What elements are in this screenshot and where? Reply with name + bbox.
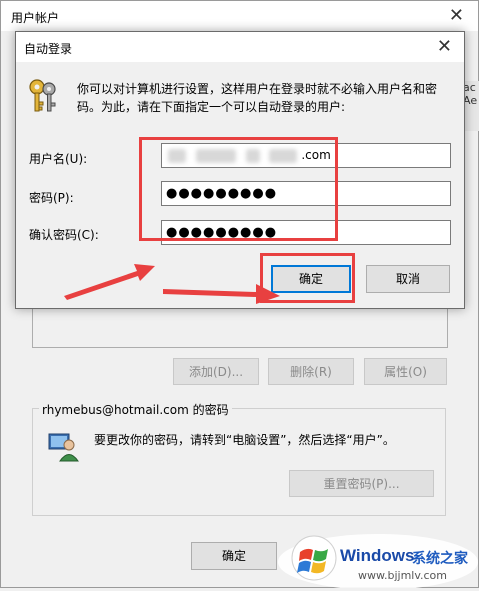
password-groupbox (32, 408, 446, 516)
watermark-url: www.bjjmlv.com (358, 569, 447, 582)
clipped-content: ac Ae (463, 81, 479, 131)
clipped-text: Ae (463, 94, 478, 107)
password-group-title: rhymebus@hotmail.com 的密码 (39, 401, 232, 418)
username-label: 用户名(U): (29, 152, 88, 166)
keys-icon (29, 79, 56, 112)
properties-button[interactable]: 属性(O) (364, 358, 447, 385)
dialog-title: 自动登录 (24, 42, 73, 56)
highlight-box-fields (139, 137, 338, 241)
cancel-button[interactable]: 取消 (366, 265, 450, 293)
clipped-text: ac (463, 81, 476, 94)
window-title: 用户帐户 (11, 11, 60, 25)
password-label: 密码(P): (29, 191, 74, 205)
dialog-message: 你可以对计算机进行设置，这样用户在登录时就不必输入用户名和密码。为此，请在下面指… (77, 82, 438, 114)
confirm-password-label: 确认密码(C): (29, 228, 99, 242)
close-icon[interactable]: ✕ (437, 36, 452, 57)
watermark-site-name: 系统之家 (412, 551, 468, 567)
ok-button[interactable]: 确定 (191, 542, 277, 570)
watermark: Windows 系统之家 www.bjjmlv.com (278, 528, 479, 590)
reset-password-button[interactable]: 重置密码(P)... (289, 470, 434, 497)
delete-button[interactable]: 删除(R) (268, 358, 354, 385)
user-icon (48, 433, 79, 462)
close-icon[interactable]: ✕ (449, 5, 464, 26)
password-hint: 要更改你的密码，请转到“电脑设置”，然后选择“用户”。 (94, 433, 395, 447)
highlight-box-ok (260, 253, 355, 303)
user-accounts-titlebar: 用户帐户 ✕ (1, 1, 478, 31)
add-button[interactable]: 添加(D)... (173, 358, 259, 385)
watermark-brand: Windows (340, 546, 415, 565)
dialog-titlebar: 自动登录 ✕ (16, 32, 464, 62)
